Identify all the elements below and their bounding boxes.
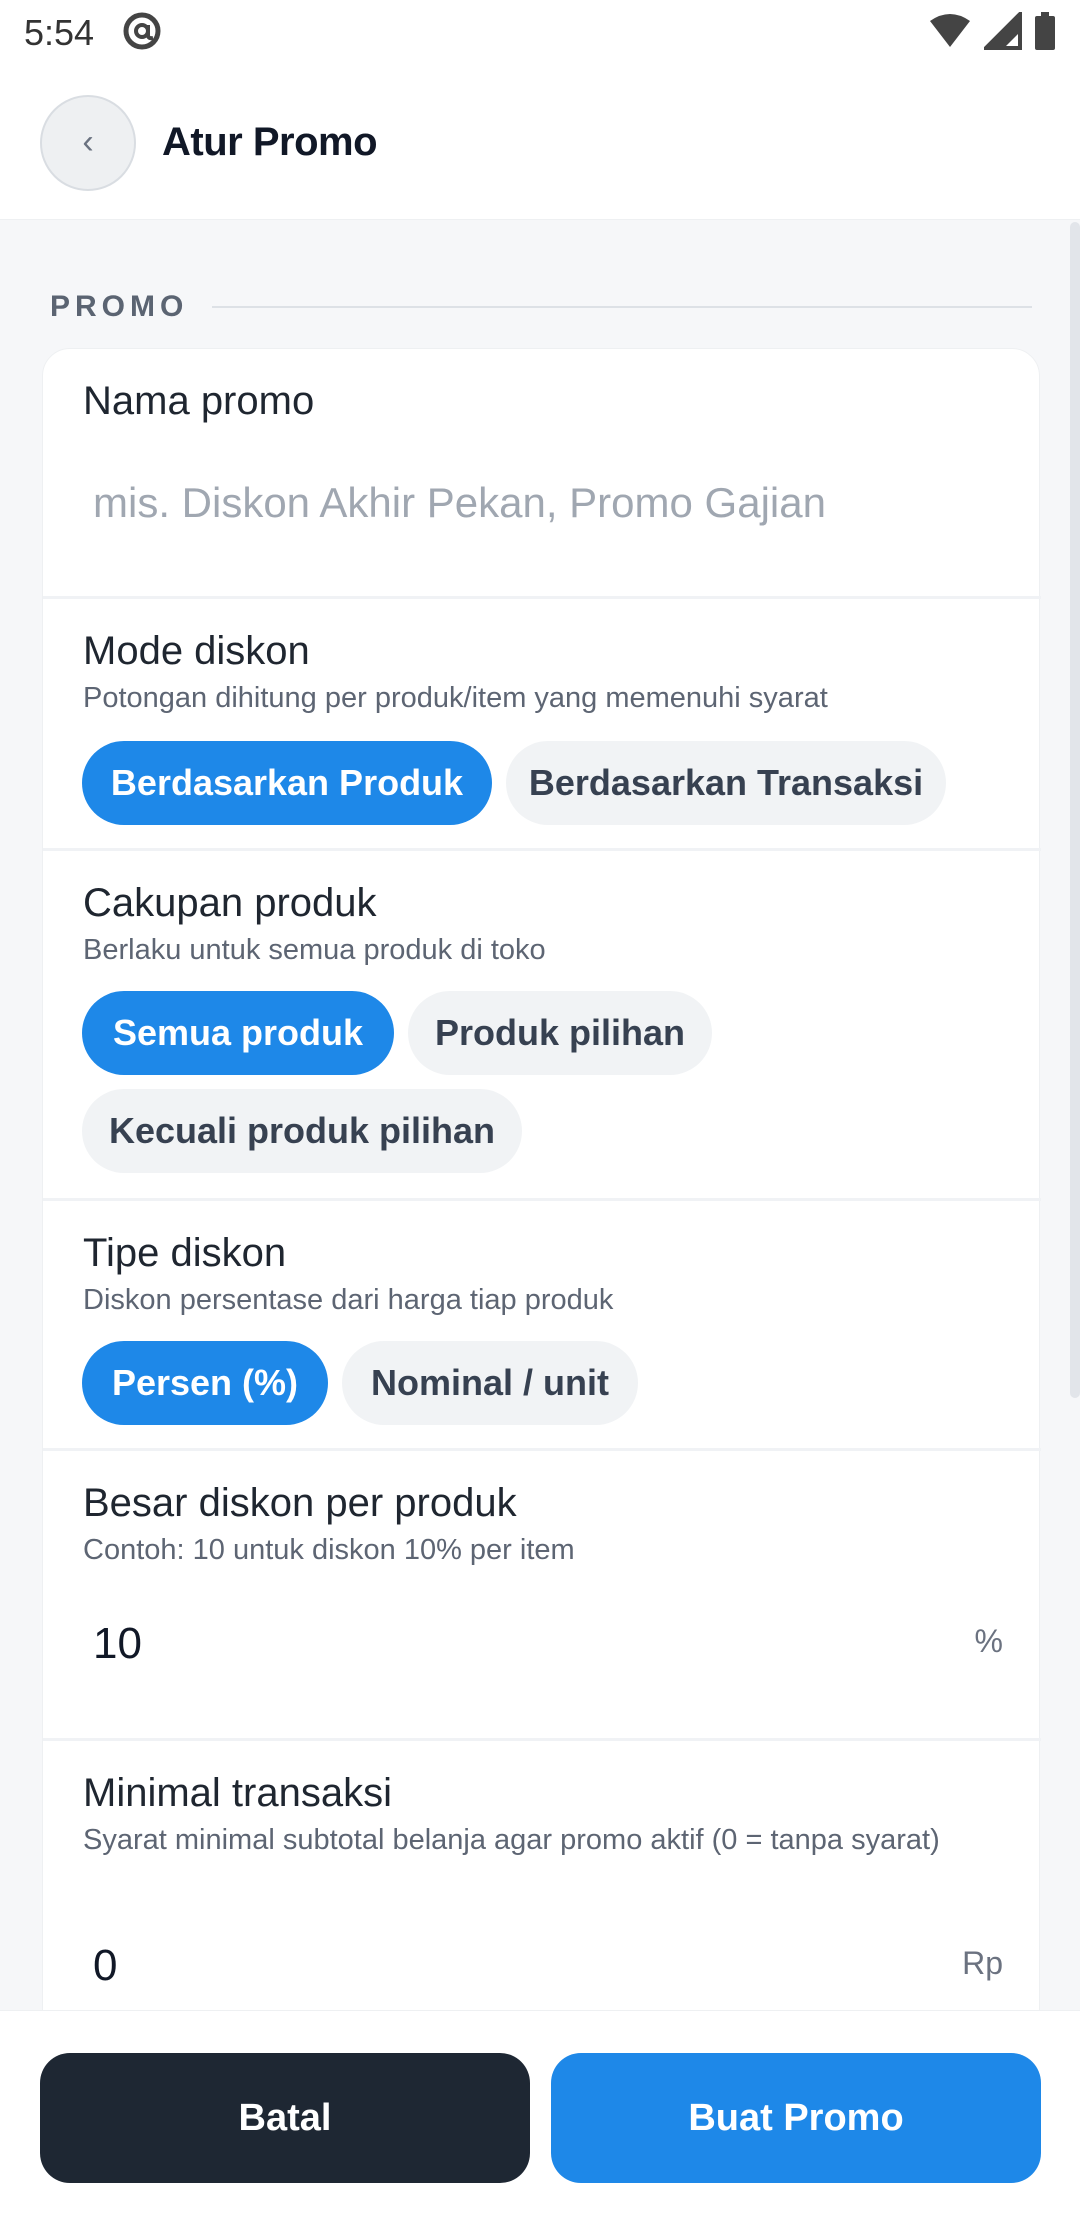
section-title: PROMO: [50, 290, 189, 323]
page-title: Atur Promo: [162, 120, 378, 164]
field-label: Besar diskon per produk: [83, 1481, 517, 1525]
cancel-button[interactable]: Batal: [40, 2053, 530, 2183]
back-button[interactable]: ‹: [40, 94, 136, 191]
field-label: Cakupan produk: [83, 881, 377, 925]
percent-unit-label: %: [974, 1623, 1003, 1659]
status-time: 5:54: [24, 12, 95, 53]
status-bar: 5:54: [0, 0, 1080, 66]
field-help: Berlaku untuk semua produk di toko: [83, 934, 546, 966]
chip-nominal-unit[interactable]: Nominal / unit: [342, 1341, 638, 1425]
chip-berdasarkan-transaksi[interactable]: Berdasarkan Transaksi: [506, 741, 946, 825]
chip-produk-pilihan[interactable]: Produk pilihan: [408, 991, 712, 1075]
promo-name-input[interactable]: mis. Diskon Akhir Pekan, Promo Gajian: [93, 479, 826, 527]
field-help: Potongan dihitung per produk/item yang m…: [83, 682, 828, 714]
field-help: Syarat minimal subtotal belanja agar pro…: [83, 1824, 940, 1856]
field-min-transaction: Minimal transaksi Syarat minimal subtota…: [43, 1741, 1041, 2010]
scrollbar[interactable]: [1070, 222, 1080, 1398]
chevron-left-icon: ‹: [82, 123, 94, 161]
bottom-action-bar: Batal Buat Promo: [0, 2010, 1080, 2220]
create-promo-button[interactable]: Buat Promo: [551, 2053, 1041, 2183]
field-label: Minimal transaksi: [83, 1771, 392, 1815]
min-transaction-input[interactable]: 0: [93, 1941, 117, 1991]
field-label: Tipe diskon: [83, 1231, 287, 1275]
field-label: Nama promo: [83, 379, 315, 423]
section-divider: [212, 306, 1032, 308]
field-amount: Besar diskon per produk Contoh: 10 untuk…: [43, 1451, 1041, 1741]
promo-form-card: Nama promo mis. Diskon Akhir Pekan, Prom…: [42, 348, 1041, 2010]
app-header: ‹ Atur Promo: [0, 66, 1080, 220]
rupiah-unit-label: Rp: [962, 1945, 1003, 1981]
battery-icon: [1034, 11, 1056, 55]
chip-persen[interactable]: Persen (%): [82, 1341, 328, 1425]
discount-amount-input[interactable]: 10: [93, 1619, 142, 1669]
field-help: Diskon persentase dari harga tiap produk: [83, 1284, 614, 1316]
chip-semua-produk[interactable]: Semua produk: [82, 991, 394, 1075]
field-label: Mode diskon: [83, 629, 310, 673]
chip-kecuali-produk-pilihan[interactable]: Kecuali produk pilihan: [82, 1089, 522, 1173]
field-scope: Cakupan produk Berlaku untuk semua produ…: [43, 851, 1041, 1201]
at-sign-icon: [122, 11, 162, 56]
chip-berdasarkan-produk[interactable]: Berdasarkan Produk: [82, 741, 492, 825]
field-mode: Mode diskon Potongan dihitung per produk…: [43, 599, 1041, 851]
wifi-icon: [928, 13, 972, 54]
field-type: Tipe diskon Diskon persentase dari harga…: [43, 1201, 1041, 1451]
section-header: PROMO: [50, 290, 1032, 324]
signal-icon: [981, 8, 1022, 55]
field-name: Nama promo mis. Diskon Akhir Pekan, Prom…: [43, 349, 1041, 599]
form-scroll-area[interactable]: PROMO Nama promo mis. Diskon Akhir Pekan…: [0, 220, 1080, 2010]
field-help: Contoh: 10 untuk diskon 10% per item: [83, 1534, 575, 1566]
